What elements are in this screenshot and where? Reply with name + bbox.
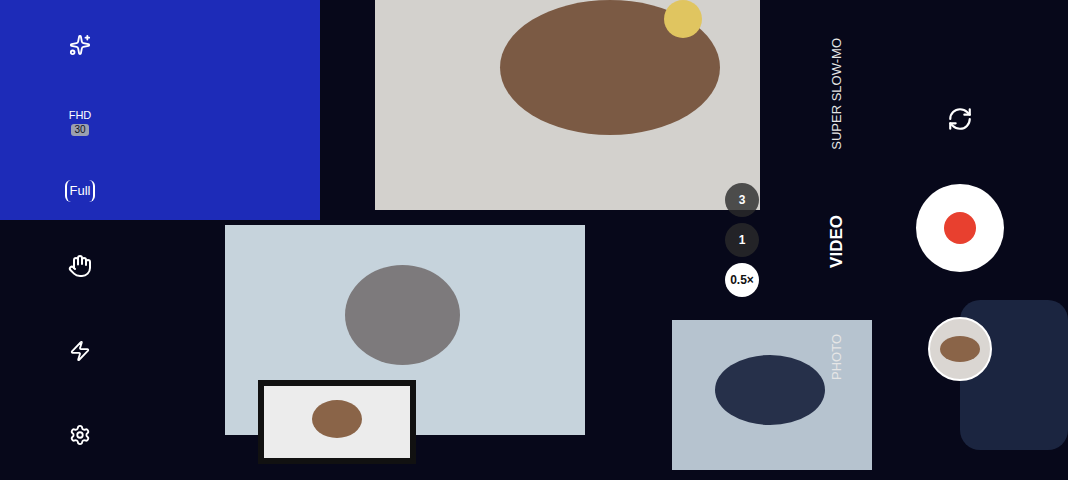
switch-camera-icon[interactable]: [940, 99, 980, 139]
zoom-selector: 3 1 0.5×: [722, 0, 762, 480]
zoom-button[interactable]: 0.5×: [725, 263, 759, 297]
mode-tab[interactable]: PHOTO: [827, 334, 847, 380]
stabilization-hand-icon[interactable]: [60, 246, 100, 286]
aspect-ratio-button[interactable]: Full: [65, 180, 96, 202]
record-dot-icon: [944, 212, 976, 244]
flash-icon[interactable]: [60, 331, 100, 371]
zoom-button[interactable]: 3: [725, 183, 759, 217]
mode-tab[interactable]: VIDEO: [824, 215, 850, 268]
sparkle-icon[interactable]: [60, 25, 100, 65]
mode-selector: SUPER SLOW-MO VIDEO PHOTO: [822, 0, 852, 480]
gear-icon[interactable]: [60, 415, 100, 455]
gallery-thumbnail[interactable]: [928, 317, 992, 381]
record-button[interactable]: [916, 184, 1004, 272]
camera-controls: FHD30 Full 3 1 0.5× SUPER SLOW-MO VIDEO PHOTO: [0, 0, 1068, 480]
viewfinder: [0, 0, 1068, 480]
resolution-button[interactable]: FHD30: [69, 110, 92, 136]
camera-screen: FHD30 Full 3 1 0.5× SUPER SLOW-MO VIDEO PHOTO: [0, 0, 1068, 480]
right-controls: [852, 0, 1068, 480]
mode-tab[interactable]: SUPER SLOW-MO: [827, 38, 847, 150]
left-toolbar: FHD30 Full: [0, 0, 160, 480]
zoom-button[interactable]: 1: [725, 223, 759, 257]
